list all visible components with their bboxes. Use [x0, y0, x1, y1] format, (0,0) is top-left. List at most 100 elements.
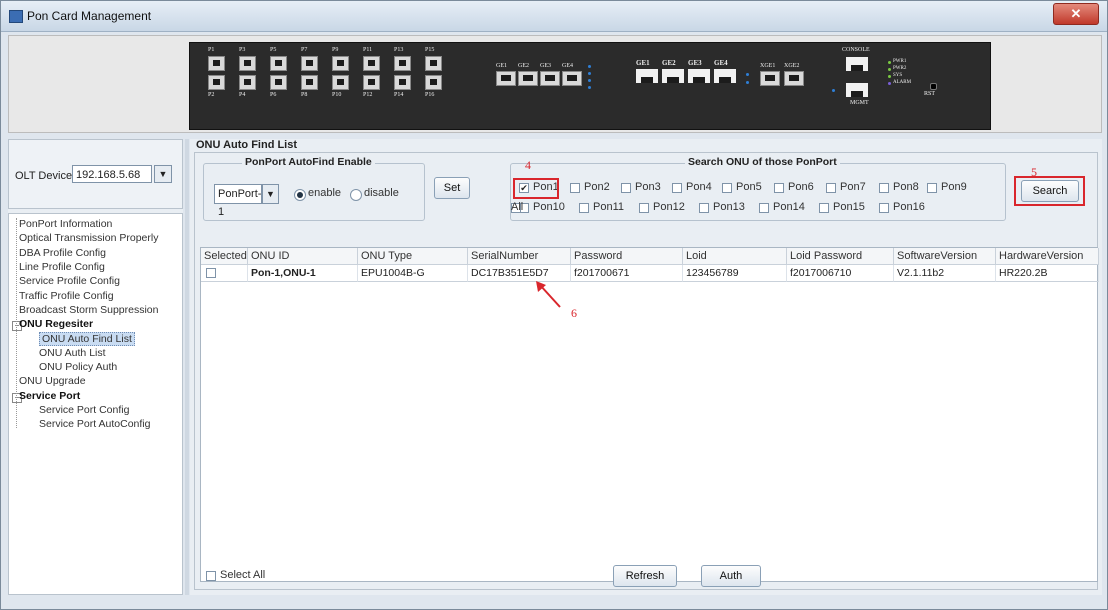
close-button[interactable]: ✕ — [1053, 3, 1099, 25]
splitter-handle[interactable] — [185, 139, 189, 595]
chevron-down-icon[interactable]: ▼ — [262, 184, 279, 204]
tree-item-onu-regesiter[interactable]: ONU Regesiter — [19, 318, 93, 330]
checkbox-pon4[interactable] — [672, 183, 682, 193]
tree-item-onu-auto-find-list[interactable]: ONU Auto Find List — [39, 332, 135, 347]
column-header-serialnumber[interactable]: SerialNumber — [468, 248, 571, 265]
olt-device-combobox[interactable]: 192.168.5.68 — [72, 165, 152, 183]
tree-item-service-port-autoconfig[interactable]: Service Port AutoConfig — [39, 418, 150, 430]
pon-port[interactable] — [301, 56, 318, 71]
pon-port[interactable] — [239, 75, 256, 90]
column-header-loid[interactable]: Loid — [683, 248, 787, 265]
checkbox-pon9[interactable] — [927, 183, 937, 193]
pon-port[interactable] — [270, 56, 287, 71]
disable-radio[interactable] — [350, 189, 362, 201]
combo-port-label: GE4 — [562, 63, 573, 69]
ge-port[interactable] — [662, 69, 684, 83]
xge-port[interactable] — [760, 71, 780, 86]
ge-port-label: GE1 — [636, 59, 650, 67]
column-header-loid-password[interactable]: Loid Password — [787, 248, 894, 265]
column-header-selected[interactable]: Selected — [201, 248, 248, 265]
checkbox-label-pon10: Pon10 — [533, 201, 565, 213]
row-select-checkbox[interactable] — [206, 268, 216, 278]
auth-button[interactable]: Auth — [701, 565, 761, 587]
left-navigation-panel: OLT Device 192.168.5.68 ▼ PonPort Inform… — [8, 139, 183, 595]
pon-port[interactable] — [332, 75, 349, 90]
pon-port[interactable] — [332, 56, 349, 71]
checkbox-pon11[interactable] — [579, 203, 589, 213]
tree-item-traffic-profile-config[interactable]: Traffic Profile Config — [19, 290, 114, 302]
tree-item-onu-auth-list[interactable]: ONU Auth List — [39, 347, 106, 359]
checkbox-pon8[interactable] — [879, 183, 889, 193]
port-led — [588, 65, 591, 68]
console-port[interactable] — [846, 57, 868, 71]
enable-radio[interactable] — [294, 189, 306, 201]
page-title: ONU Auto Find List — [196, 139, 298, 151]
ge-port[interactable] — [636, 69, 658, 83]
autofind-group-title: PonPort AutoFind Enable — [242, 156, 375, 168]
tree-item-onu-upgrade[interactable]: ONU Upgrade — [19, 375, 86, 387]
pon-port[interactable] — [239, 56, 256, 71]
tree-item-service-profile-config[interactable]: Service Profile Config — [19, 275, 120, 287]
column-header-password[interactable]: Password — [571, 248, 683, 265]
refresh-button[interactable]: Refresh — [613, 565, 677, 587]
tree-item-optical-transmission-properly[interactable]: Optical Transmission Properly — [19, 232, 158, 244]
pon-port[interactable] — [301, 75, 318, 90]
tree-item-line-profile-config[interactable]: Line Profile Config — [19, 261, 105, 273]
pon-port[interactable] — [394, 56, 411, 71]
olt-device-label: OLT Device — [15, 170, 73, 182]
combo-port[interactable] — [518, 71, 538, 86]
reset-button[interactable] — [930, 83, 937, 90]
pon-port[interactable] — [363, 75, 380, 90]
port-led — [588, 86, 591, 89]
status-led-label: ALARM — [893, 80, 912, 85]
pon-port[interactable] — [425, 56, 442, 71]
tree-item-service-port[interactable]: Service Port — [19, 390, 80, 402]
tree-item-dba-profile-config[interactable]: DBA Profile Config — [19, 247, 106, 259]
pon-port[interactable] — [270, 75, 287, 90]
select-all-checkbox[interactable] — [206, 571, 216, 581]
checkbox-pon15[interactable] — [819, 203, 829, 213]
checkbox-pon2[interactable] — [570, 183, 580, 193]
combo-port[interactable] — [562, 71, 582, 86]
xge-port[interactable] — [784, 71, 804, 86]
combo-port[interactable] — [540, 71, 560, 86]
tree-item-onu-policy-auth[interactable]: ONU Policy Auth — [39, 361, 117, 373]
checkbox-pon13[interactable] — [699, 203, 709, 213]
column-header-onu-type[interactable]: ONU Type — [358, 248, 468, 265]
mgmt-port[interactable] — [846, 83, 868, 97]
checkbox-pon16[interactable] — [879, 203, 889, 213]
column-header-hardwareversion[interactable]: HardwareVersion — [996, 248, 1099, 265]
column-header-onu-id[interactable]: ONU ID — [248, 248, 358, 265]
checkbox-label-pon8: Pon8 — [893, 181, 919, 193]
pon-port-label: P3 — [239, 47, 246, 53]
chevron-down-icon[interactable]: ▼ — [154, 165, 172, 183]
pon-port[interactable] — [425, 75, 442, 90]
tree-item-ponport-information[interactable]: PonPort Information — [19, 218, 112, 230]
checkbox-label-pon13: Pon13 — [713, 201, 745, 213]
tree-item-service-port-config[interactable]: Service Port Config — [39, 404, 129, 416]
checkbox-pon3[interactable] — [621, 183, 631, 193]
pon-port[interactable] — [363, 56, 380, 71]
checkbox-pon12[interactable] — [639, 203, 649, 213]
combo-port[interactable] — [496, 71, 516, 86]
pon-port-label: P9 — [332, 47, 339, 53]
checkbox-label-pon12: Pon12 — [653, 201, 685, 213]
column-header-softwareversion[interactable]: SoftwareVersion — [894, 248, 996, 265]
select-all-label: Select All — [220, 569, 266, 581]
pon-port[interactable] — [208, 75, 225, 90]
ge-port[interactable] — [688, 69, 710, 83]
port-led — [746, 81, 749, 84]
checkbox-pon6[interactable] — [774, 183, 784, 193]
checkbox-pon7[interactable] — [826, 183, 836, 193]
ponport-combobox[interactable]: PonPort-1 — [214, 184, 262, 218]
pon-port-label: P10 — [332, 92, 342, 98]
search-group-title: Search ONU of those PonPort — [685, 156, 840, 168]
tree-item-broadcast-storm-suppression[interactable]: Broadcast Storm Suppression — [19, 304, 158, 316]
pon-port-label: P8 — [301, 92, 308, 98]
checkbox-pon14[interactable] — [759, 203, 769, 213]
pon-port[interactable] — [394, 75, 411, 90]
ge-port[interactable] — [714, 69, 736, 83]
pon-port[interactable] — [208, 56, 225, 71]
checkbox-pon5[interactable] — [722, 183, 732, 193]
set-button[interactable]: Set — [434, 177, 470, 199]
